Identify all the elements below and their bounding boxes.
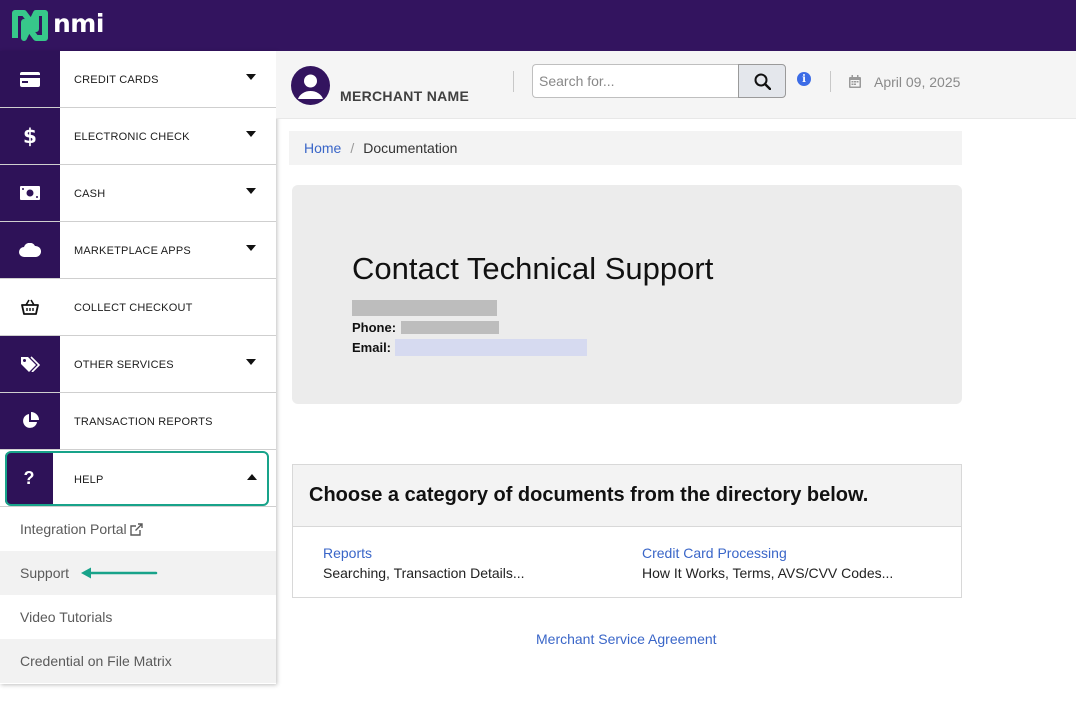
divider xyxy=(513,71,514,92)
cloud-icon xyxy=(0,222,60,278)
support-panel: Contact Technical Support Phone: Email: xyxy=(292,185,962,404)
breadcrumb: Home / Documentation xyxy=(289,131,962,165)
nmi-logo[interactable]: nmi xyxy=(12,9,112,41)
sidebar: CREDIT CARDS $ ELECTRONIC CHECK CASH MAR… xyxy=(0,51,276,684)
external-link-icon xyxy=(129,522,143,536)
sidebar-item-other-services[interactable]: OTHER SERVICES xyxy=(0,336,276,393)
calendar-icon xyxy=(849,75,861,88)
annotation-arrow-icon xyxy=(81,567,158,579)
breadcrumb-home-link[interactable]: Home xyxy=(304,140,341,156)
dollar-icon: $ xyxy=(0,108,60,164)
sidebar-item-collect-checkout[interactable]: COLLECT CHECKOUT xyxy=(0,279,276,336)
help-subitem-credential-matrix[interactable]: Credential on File Matrix xyxy=(0,639,276,683)
sidebar-item-label: OTHER SERVICES xyxy=(74,359,174,371)
current-date: April 09, 2025 xyxy=(874,74,961,90)
search-icon xyxy=(754,73,771,90)
sidebar-item-marketplace-apps[interactable]: MARKETPLACE APPS xyxy=(0,222,276,279)
support-title: Contact Technical Support xyxy=(352,251,714,286)
credit-card-icon xyxy=(0,51,60,107)
sidebar-item-cash[interactable]: CASH xyxy=(0,165,276,222)
sidebar-item-label: HELP xyxy=(74,473,104,486)
basket-icon xyxy=(0,279,60,335)
merchant-service-agreement-link[interactable]: Merchant Service Agreement xyxy=(536,631,717,647)
info-icon[interactable]: i xyxy=(797,72,811,86)
tags-icon xyxy=(0,336,60,392)
help-subitem-integration-portal[interactable]: Integration Portal xyxy=(0,507,276,551)
breadcrumb-separator: / xyxy=(350,140,355,156)
sidebar-item-transaction-reports[interactable]: TRANSACTION REPORTS xyxy=(0,393,276,450)
chevron-down-icon xyxy=(246,359,256,365)
header-bar: MERCHANT NAME Search for... i April 09, … xyxy=(276,51,1076,119)
sidebar-item-label: TRANSACTION REPORTS xyxy=(74,416,213,428)
sidebar-item-label: MARKETPLACE APPS xyxy=(74,245,191,257)
divider xyxy=(830,71,831,92)
category-reports-description: Searching, Transaction Details... xyxy=(323,565,525,581)
chevron-down-icon xyxy=(246,188,256,194)
logo-text: nmi xyxy=(53,9,104,38)
chevron-down-icon xyxy=(246,131,256,137)
cash-icon xyxy=(0,165,60,221)
sidebar-item-label: CREDIT CARDS xyxy=(74,74,159,86)
sidebar-item-label: COLLECT CHECKOUT xyxy=(74,302,193,314)
merchant-name: MERCHANT NAME xyxy=(340,88,470,104)
category-credit-card-processing-description: How It Works, Terms, AVS/CVV Codes... xyxy=(642,565,894,581)
nmi-logo-mark-icon xyxy=(12,10,48,41)
chevron-up-icon xyxy=(247,473,257,480)
search-button[interactable] xyxy=(738,64,786,98)
subitem-label: Integration Portal xyxy=(20,521,127,537)
sidebar-item-electronic-check[interactable]: $ ELECTRONIC CHECK xyxy=(0,108,276,165)
category-credit-card-processing-link[interactable]: Credit Card Processing xyxy=(642,545,787,561)
help-subitem-video-tutorials[interactable]: Video Tutorials xyxy=(0,595,276,639)
sidebar-item-label: CASH xyxy=(74,188,106,200)
subitem-label: Support xyxy=(20,565,70,581)
chevron-down-icon xyxy=(246,74,256,80)
redacted-company-name xyxy=(352,300,497,316)
subitem-label: Credential on File Matrix xyxy=(20,653,172,669)
search-input[interactable]: Search for... xyxy=(532,64,739,98)
category-reports-link[interactable]: Reports xyxy=(323,545,372,561)
sidebar-item-label: ELECTRONIC CHECK xyxy=(74,131,190,143)
question-icon: ? xyxy=(5,453,53,504)
pie-chart-icon xyxy=(0,393,60,449)
documents-directory: Choose a category of documents from the … xyxy=(292,464,962,598)
sidebar-item-help[interactable]: ? HELP xyxy=(5,451,269,506)
redacted-email-link[interactable] xyxy=(395,339,587,356)
chevron-down-icon xyxy=(246,245,256,251)
email-label: Email: xyxy=(352,340,392,355)
phone-label: Phone: xyxy=(352,320,397,335)
directory-heading: Choose a category of documents from the … xyxy=(293,465,961,527)
breadcrumb-current: Documentation xyxy=(363,140,458,156)
redacted-phone xyxy=(401,321,499,334)
subitem-label: Video Tutorials xyxy=(20,609,113,625)
search-placeholder: Search for... xyxy=(539,73,615,89)
sidebar-item-credit-cards[interactable]: CREDIT CARDS xyxy=(0,51,276,108)
top-bar: nmi xyxy=(0,0,1076,51)
avatar[interactable] xyxy=(291,66,330,105)
